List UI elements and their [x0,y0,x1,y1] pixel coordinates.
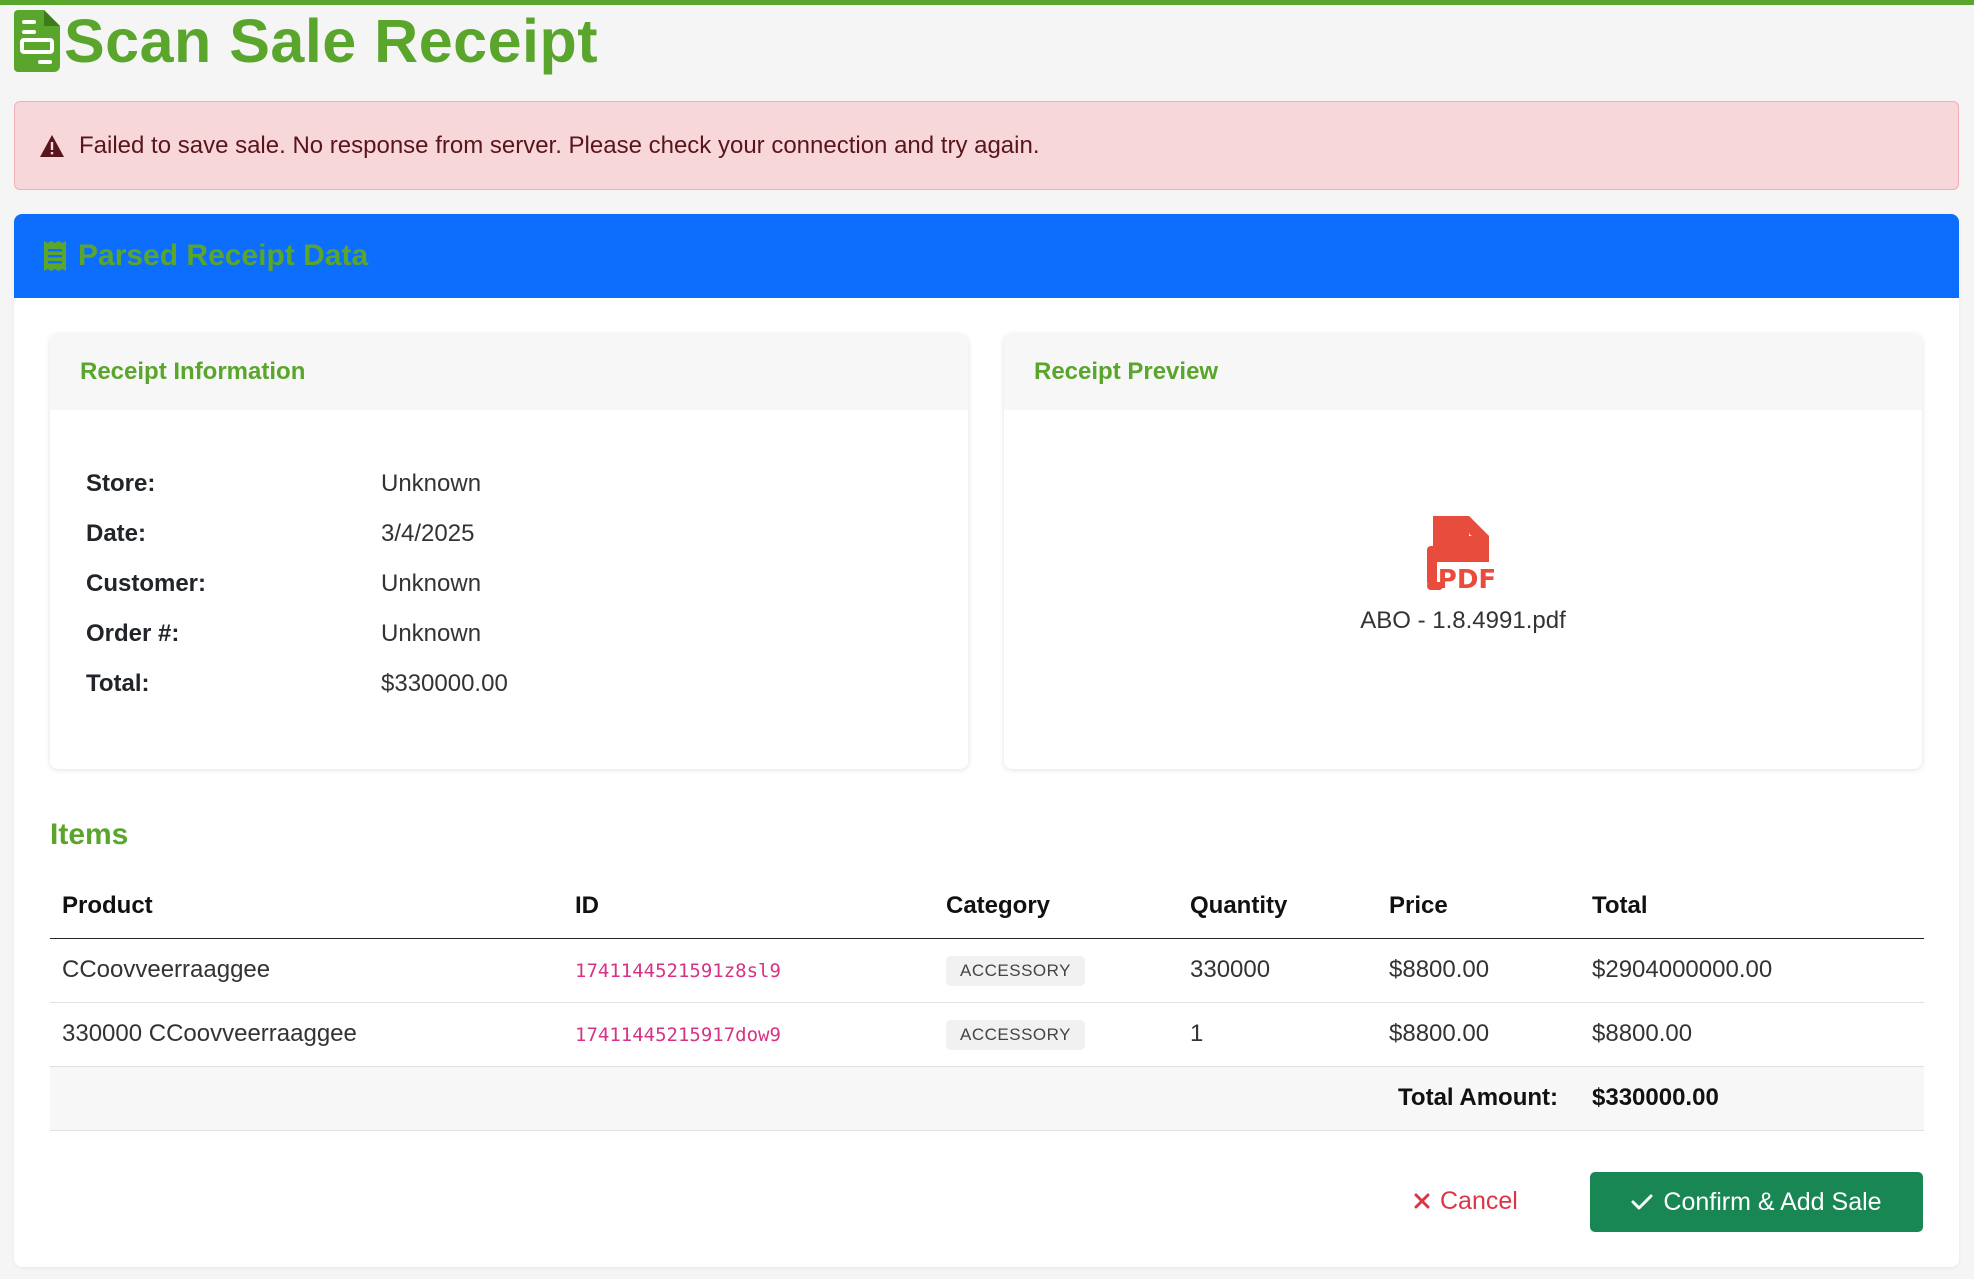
cell-product: CCoovveerraaggee [50,938,563,1003]
info-value: Unknown [381,570,482,597]
pdf-icon-label: PDF [1438,565,1496,590]
confirm-button-label: Confirm & Add Sale [1663,1187,1882,1216]
cell-id: 1741144521591z8sl9 [563,938,934,1003]
info-row-store: Store: Unknown [86,470,481,498]
column-header-price: Price [1377,874,1580,939]
receipt-information-title: Receipt Information [50,334,968,410]
cell-product: 330000 CCoovveerraaggee [50,1002,563,1067]
warning-icon [40,134,64,157]
table-row: 330000 CCoovveerraaggee 17411445215917do… [50,1002,1924,1067]
cell-quantity: 330000 [1178,938,1377,1003]
column-header-quantity: Quantity [1178,874,1377,939]
info-row-order-number: Order #: Unknown [86,620,481,648]
pdf-preview[interactable]: PDF ABO - 1.8.4991.pdf [1004,516,1922,635]
cancel-button-label: Cancel [1440,1186,1518,1215]
column-header-category: Category [934,874,1178,939]
cell-total: $2904000000.00 [1580,938,1924,1003]
table-header-row: Product ID Category Quantity Price Total [50,874,1924,939]
cell-price: $8800.00 [1377,1002,1580,1067]
page-title: Scan Sale Receipt [64,7,599,75]
cell-quantity: 1 [1178,1002,1377,1067]
page-header: Scan Sale Receipt [14,6,598,76]
parsed-receipt-card: Parsed Receipt Data Receipt Information … [14,214,1959,1267]
card-title: Parsed Receipt Data [78,239,369,272]
info-row-date: Date: 3/4/2025 [86,520,474,548]
cell-price: $8800.00 [1377,938,1580,1003]
receipt-file-icon [14,10,60,72]
receipt-icon [44,241,66,271]
total-amount-label: Total Amount: [1377,1066,1580,1131]
info-label: Store: [86,470,156,497]
info-label: Customer: [86,570,207,597]
column-header-id: ID [563,874,934,939]
items-table: Product ID Category Quantity Price Total… [50,874,1924,1131]
table-row: CCoovveerraaggee 1741144521591z8sl9 ACCE… [50,938,1924,1003]
pdf-file-icon[interactable]: PDF [1427,516,1499,590]
info-row-customer: Customer: Unknown [86,570,481,598]
total-amount-value: $330000.00 [1580,1066,1924,1131]
info-value: Unknown [381,620,482,647]
category-badge: ACCESSORY [946,955,1085,986]
info-value: $330000.00 [381,670,508,697]
error-alert: Failed to save sale. No response from se… [14,101,1959,190]
receipt-information-panel: Receipt Information Store: Unknown Date:… [50,334,968,769]
close-icon [1414,1193,1430,1209]
receipt-preview-panel: Receipt Preview PDF ABO - 1.8.4991.pdf [1004,334,1922,769]
cell-category: ACCESSORY [934,1002,1178,1067]
alert-message: Failed to save sale. No response from se… [79,131,1040,159]
top-accent-bar [0,0,1974,5]
check-icon [1631,1194,1653,1210]
info-row-total: Total: $330000.00 [86,670,508,698]
confirm-add-sale-button[interactable]: Confirm & Add Sale [1590,1172,1923,1232]
category-badge: ACCESSORY [946,1019,1085,1050]
item-id: 1741144521591z8sl9 [575,960,781,982]
items-title: Items [50,818,129,851]
total-amount-row: Total Amount: $330000.00 [50,1066,1924,1131]
receipt-preview-title: Receipt Preview [1004,334,1922,410]
item-id: 17411445215917dow9 [575,1024,781,1046]
column-header-product: Product [50,874,563,939]
cell-total: $8800.00 [1580,1002,1924,1067]
card-header: Parsed Receipt Data [14,214,1959,298]
info-value: 3/4/2025 [381,520,475,547]
pdf-file-name: ABO - 1.8.4991.pdf [1360,607,1566,634]
info-label: Date: [86,520,147,547]
cancel-button[interactable]: Cancel [1414,1172,1518,1230]
cell-category: ACCESSORY [934,938,1178,1003]
info-label: Total: [86,670,150,697]
info-value: Unknown [381,470,482,497]
column-header-total: Total [1580,874,1924,939]
info-label: Order #: [86,620,180,647]
cell-id: 17411445215917dow9 [563,1002,934,1067]
